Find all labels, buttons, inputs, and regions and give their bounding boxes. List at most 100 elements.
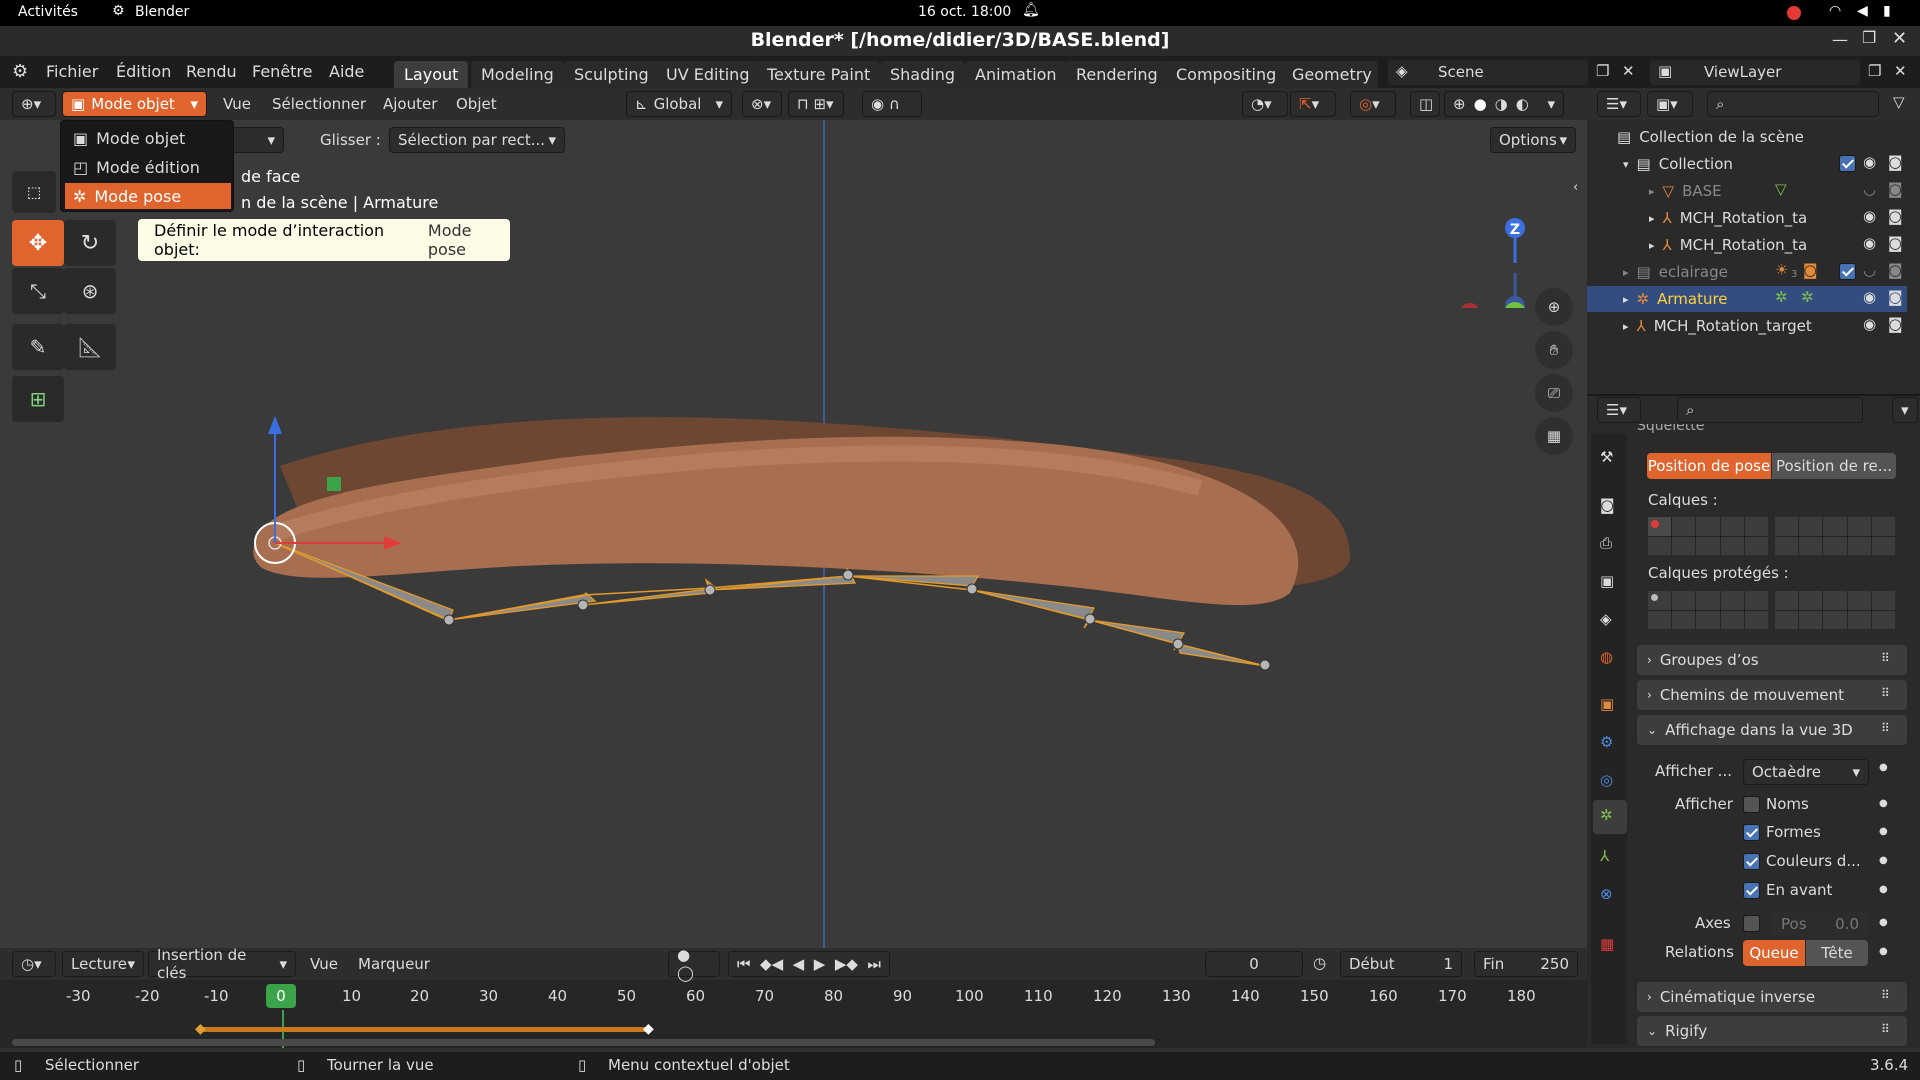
render-camera-icon[interactable]: ◙ <box>1888 234 1903 252</box>
perspective-toggle-button[interactable]: ▦ <box>1535 417 1573 455</box>
menu-window[interactable]: Fenêtre <box>252 56 313 88</box>
eye-icon[interactable]: ◉ <box>1863 234 1876 252</box>
keyframe-dot-icon[interactable]: ● <box>1879 855 1888 866</box>
in-front-checkbox[interactable] <box>1743 882 1760 899</box>
tab-shading[interactable]: Shading <box>880 61 965 88</box>
view-layer-new-icon[interactable]: ❐ <box>1868 62 1881 80</box>
drag-handle-icon[interactable]: ⠿ <box>1881 651 1890 665</box>
tab-geometry-nodes[interactable]: Geometry N <box>1282 61 1378 88</box>
keyframe-dot-icon[interactable]: ● <box>1879 917 1888 928</box>
current-frame-indicator[interactable]: 0 <box>266 984 296 1008</box>
keyframe-diamond-icon[interactable]: ◆ <box>643 1021 654 1037</box>
drag-handle-icon[interactable]: ⠿ <box>1881 721 1890 735</box>
physics-tab-icon[interactable]: ◎ <box>1600 771 1613 789</box>
view-layer-selector[interactable]: ▣ ViewLayer <box>1650 60 1860 85</box>
relations-tail-button[interactable]: Queue <box>1743 940 1805 966</box>
menu-edit[interactable]: Édition <box>116 56 171 88</box>
outliner-item-mch-1[interactable]: ▸ ⅄ MCH_Rotation_ta ◉ ◙ <box>1587 205 1907 231</box>
scene-remove-icon[interactable]: ✕ <box>1622 62 1635 80</box>
menu-item-edit-mode[interactable]: ◰ Mode édition <box>65 154 231 180</box>
camera-view-button[interactable]: ⎚ <box>1535 374 1573 412</box>
bone-tab-icon[interactable]: ⅄ <box>1600 847 1609 865</box>
jump-start-icon[interactable]: ⏮ <box>737 955 751 973</box>
3d-viewport[interactable]: ⊕▾ ▣ Mode objet ▾ Vue Sélectionner Ajout… <box>0 88 1587 948</box>
stopwatch-icon[interactable]: ◷ <box>1313 954 1326 972</box>
render-camera-icon[interactable]: ◙ <box>1888 315 1903 333</box>
show-shapes-checkbox[interactable] <box>1743 824 1760 841</box>
eye-icon[interactable]: ◉ <box>1863 315 1876 333</box>
menu-item-object-mode[interactable]: ▣ Mode objet <box>65 125 231 151</box>
outliner-root[interactable]: ▤ Collection de la scène <box>1587 124 1907 150</box>
navigation-gizmo[interactable]: Z X Y <box>1460 168 1580 308</box>
modifiers-tab-icon[interactable]: ⚙ <box>1600 733 1613 751</box>
expand-arrow-icon[interactable]: ▸ <box>1649 212 1655 225</box>
layers-grid-right[interactable] <box>1775 517 1895 555</box>
rest-position-button[interactable]: Position de re... <box>1772 453 1896 479</box>
playback-dropdown[interactable]: Lecture ▾ <box>62 951 144 977</box>
tab-rendering[interactable]: Rendering <box>1066 61 1168 88</box>
menu-item-pose-mode[interactable]: ✲ Mode pose <box>65 183 231 209</box>
keyframe-dot-icon[interactable]: ● <box>1879 826 1888 837</box>
keyframe-dot-icon[interactable]: ● <box>1879 798 1888 809</box>
pan-button[interactable]: ✋︎ <box>1535 331 1573 369</box>
eye-closed-icon[interactable]: ◡ <box>1863 261 1876 279</box>
scene-new-icon[interactable]: ❐ <box>1596 62 1609 80</box>
object-tab-icon[interactable]: ▣ <box>1600 695 1614 713</box>
expand-arrow-icon[interactable]: ▾ <box>1623 158 1629 171</box>
keyframe-dot-icon[interactable]: ● <box>1879 884 1888 895</box>
tab-modeling[interactable]: Modeling <box>471 61 564 88</box>
close-window-icon[interactable]: ✕ <box>1892 28 1907 49</box>
protected-layers-grid-left[interactable] <box>1648 591 1768 629</box>
world-tab-icon[interactable]: ◍ <box>1600 648 1613 666</box>
display-as-dropdown[interactable]: Octaèdre ▾ <box>1743 759 1869 785</box>
section-inverse-kinematics[interactable]: › Cinématique inverse ⠿ <box>1637 982 1907 1012</box>
outliner-display-mode[interactable]: ▣▾ <box>1647 91 1693 117</box>
view-layer-tab-icon[interactable]: ▣ <box>1600 572 1614 590</box>
scene-selector[interactable]: ◈ Scene <box>1388 60 1588 85</box>
render-camera-icon[interactable]: ◙ <box>1888 288 1903 306</box>
tab-sculpting[interactable]: Sculpting <box>564 61 659 88</box>
section-bone-groups[interactable]: › Groupes d’os ⠿ <box>1637 645 1907 675</box>
properties-search[interactable]: ⌕ <box>1677 397 1863 423</box>
outliner-item-base[interactable]: ▸ ▽ BASE ▽ ◡ ◙ <box>1587 178 1907 204</box>
keying-dropdown[interactable]: Insertion de clés ▾ <box>148 946 296 982</box>
render-camera-icon[interactable]: ◙ <box>1888 207 1903 225</box>
outliner-item-armature[interactable]: ▸ ✲ Armature ✲ ✲ ◉ ◙ <box>1587 286 1907 312</box>
outliner-search[interactable]: ⌕ <box>1707 91 1879 117</box>
keyframe-diamond-icon[interactable]: ◆ <box>195 1021 206 1037</box>
menu-render[interactable]: Rendu <box>186 56 237 88</box>
texture-tab-icon[interactable]: ▦ <box>1600 935 1614 953</box>
eye-closed-icon[interactable]: ◡ <box>1863 180 1876 198</box>
section-viewport-display[interactable]: ⌄ Affichage dans la vue 3D ⠿ <box>1637 715 1907 745</box>
timeline-editor[interactable]: ◷▾ Lecture ▾ Insertion de clés ▾ Vue Marqu… <box>0 946 1587 1048</box>
axes-checkbox[interactable] <box>1743 915 1760 932</box>
outliner-item-mch-2[interactable]: ▸ ⅄ MCH_Rotation_ta ◉ ◙ <box>1587 232 1907 258</box>
keyframe-dot-icon[interactable]: ● <box>1879 946 1888 957</box>
collection-exclude-checkbox[interactable] <box>1839 155 1856 172</box>
axes-position-field[interactable]: Pos 0.0 <box>1771 911 1869 937</box>
armature-data-tab[interactable]: ✲ <box>1593 800 1627 834</box>
volume-icon[interactable]: ◀ <box>1857 3 1868 19</box>
show-names-checkbox[interactable] <box>1743 796 1760 813</box>
tab-texture-paint[interactable]: Texture Paint <box>757 61 881 88</box>
tab-compositing[interactable]: Compositing <box>1166 61 1287 88</box>
expand-arrow-icon[interactable]: ▸ <box>1623 320 1629 333</box>
view-layer-remove-icon[interactable]: ✕ <box>1894 62 1907 80</box>
timeline-editor-type[interactable]: ◷▾ <box>12 951 56 977</box>
render-camera-icon[interactable]: ◙ <box>1888 153 1903 171</box>
minimize-window-icon[interactable]: — <box>1832 30 1848 49</box>
zoom-button[interactable]: ⊕ <box>1535 288 1573 326</box>
clock[interactable]: 16 oct. 18:00 <box>918 4 1011 20</box>
tool-tab-icon[interactable]: ⚒ <box>1600 448 1613 466</box>
drag-handle-icon[interactable]: ⠿ <box>1881 686 1890 700</box>
pose-position-button[interactable]: Position de pose <box>1647 453 1771 479</box>
menu-help[interactable]: Aide <box>329 56 364 88</box>
frame-ruler[interactable]: -30 -20 -10 0 10 20 30 40 50 60 70 80 90… <box>0 984 1587 1012</box>
expand-arrow-icon[interactable]: ▸ <box>1649 239 1655 252</box>
render-camera-icon[interactable]: ◙ <box>1888 180 1903 198</box>
timeline-menu-view[interactable]: Vue <box>310 951 338 977</box>
current-frame-field[interactable]: 0 <box>1205 951 1303 977</box>
show-group-colors-checkbox[interactable] <box>1743 853 1760 870</box>
expand-arrow-icon[interactable]: ▸ <box>1623 266 1629 279</box>
section-rigify[interactable]: ⌄ Rigify ⠿ <box>1637 1016 1907 1046</box>
